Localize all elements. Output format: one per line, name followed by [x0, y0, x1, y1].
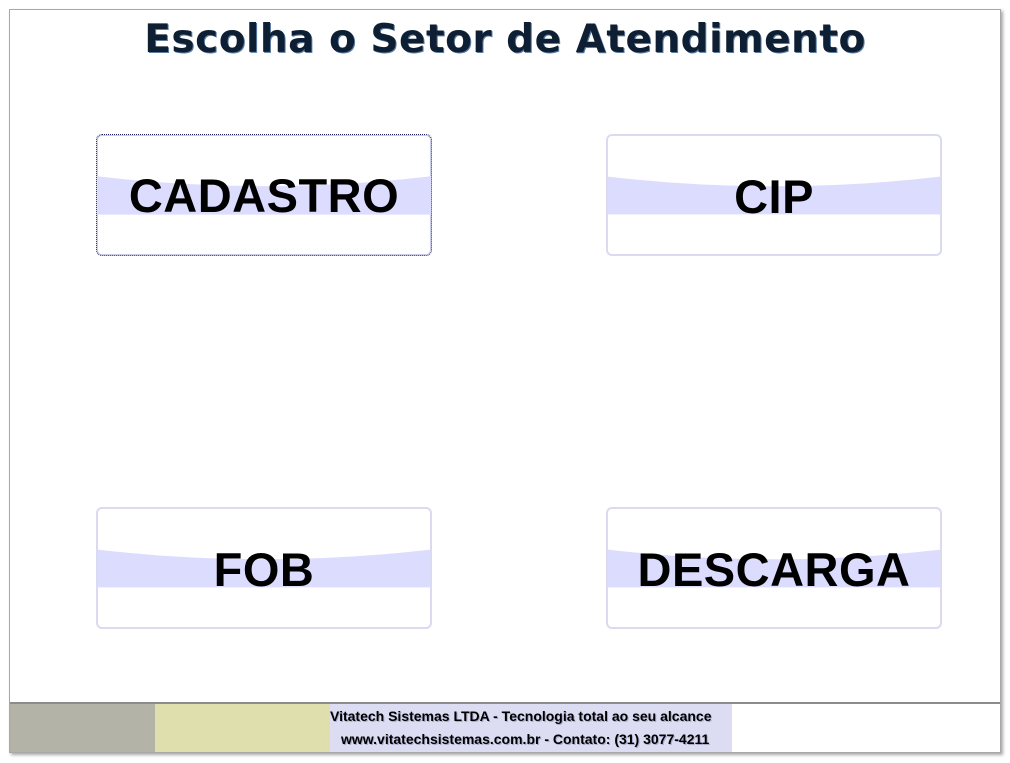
footer-contact-line: www.vitatechsistemas.com.br - Contato: (…: [341, 731, 710, 747]
sector-button-cadastro[interactable]: CADASTRO: [96, 134, 432, 256]
sector-label-cip: CIP: [734, 170, 814, 223]
footer-company-line: Vitatech Sistemas LTDA - Tecnologia tota…: [330, 708, 712, 724]
footer-bar: Vitatech Sistemas LTDA - Tecnologia tota…: [10, 702, 1000, 752]
sector-button-descarga[interactable]: DESCARGA: [606, 507, 942, 629]
sector-button-cip[interactable]: CIP: [606, 134, 942, 256]
sector-button-fob[interactable]: FOB: [96, 507, 432, 629]
sector-label-fob: FOB: [213, 543, 315, 596]
sector-label-cadastro: CADASTRO: [128, 169, 400, 222]
footer-yellow-block: [155, 704, 330, 752]
page-title: Escolha o Setor de Atendimento: [144, 17, 866, 62]
app-window: [9, 9, 1001, 753]
sector-label-descarga: DESCARGA: [637, 543, 911, 596]
footer-gray-block: [10, 704, 155, 752]
